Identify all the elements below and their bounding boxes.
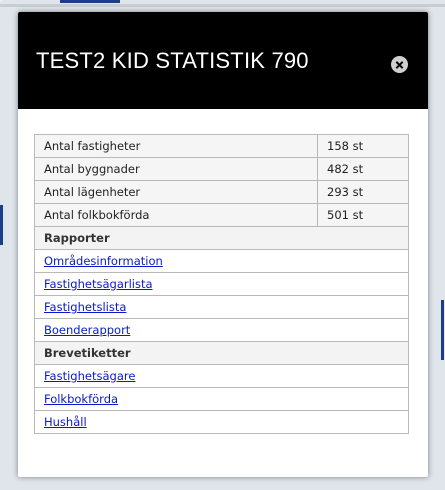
stat-row: Antal byggnader 482 st — [34, 157, 409, 181]
stat-row: Antal lägenheter 293 st — [34, 180, 409, 204]
statistics-popup: TEST2 KID STATISTIK 790 Antal fastighete… — [18, 12, 428, 477]
popup-body: Antal fastigheter 158 st Antal byggnader… — [34, 134, 409, 468]
popup-header: TEST2 KID STATISTIK 790 — [18, 12, 428, 109]
boenderapport-link[interactable]: Boenderapport — [44, 323, 130, 337]
section-heading: Brevetiketter — [34, 341, 409, 365]
stat-label: Antal byggnader — [34, 157, 318, 181]
statistics-table: Antal fastigheter 158 st Antal byggnader… — [34, 134, 409, 434]
link-row: Områdesinformation — [34, 249, 409, 273]
close-icon[interactable] — [391, 56, 408, 73]
stat-value: 158 st — [317, 134, 409, 158]
link-row: Fastighetsägare — [34, 364, 409, 388]
stat-value: 482 st — [317, 157, 409, 181]
link-row: Fastighetslista — [34, 295, 409, 319]
section-heading-brevetiketter: Brevetiketter — [34, 341, 409, 365]
stat-row: Antal fastigheter 158 st — [34, 134, 409, 158]
stat-label: Antal folkbokförda — [34, 203, 318, 227]
link-row: Fastighetsägarlista — [34, 272, 409, 296]
link-row: Folkbokförda — [34, 387, 409, 411]
fastighetsagare-link[interactable]: Fastighetsägare — [44, 369, 135, 383]
stat-label: Antal fastigheter — [34, 134, 318, 158]
stat-label: Antal lägenheter — [34, 180, 318, 204]
map-boundary-line — [0, 205, 3, 245]
omradesinformation-link[interactable]: Områdesinformation — [44, 254, 163, 268]
stat-value: 501 st — [317, 203, 409, 227]
fastighetslista-link[interactable]: Fastighetslista — [44, 300, 126, 314]
stat-row: Antal folkbokförda 501 st — [34, 203, 409, 227]
stat-value: 293 st — [317, 180, 409, 204]
section-heading: Rapporter — [34, 226, 409, 250]
map-road — [0, 4, 445, 7]
link-row: Boenderapport — [34, 318, 409, 342]
section-heading-rapporter: Rapporter — [34, 226, 409, 250]
hushall-link[interactable]: Hushåll — [44, 415, 87, 429]
map-boundary-line — [60, 0, 120, 3]
map-boundary-line — [441, 300, 444, 360]
folkbokforda-link[interactable]: Folkbokförda — [44, 392, 118, 406]
popup-title: TEST2 KID STATISTIK 790 — [36, 48, 309, 73]
fastighetsagarlista-link[interactable]: Fastighetsägarlista — [44, 277, 153, 291]
link-row: Hushåll — [34, 410, 409, 434]
